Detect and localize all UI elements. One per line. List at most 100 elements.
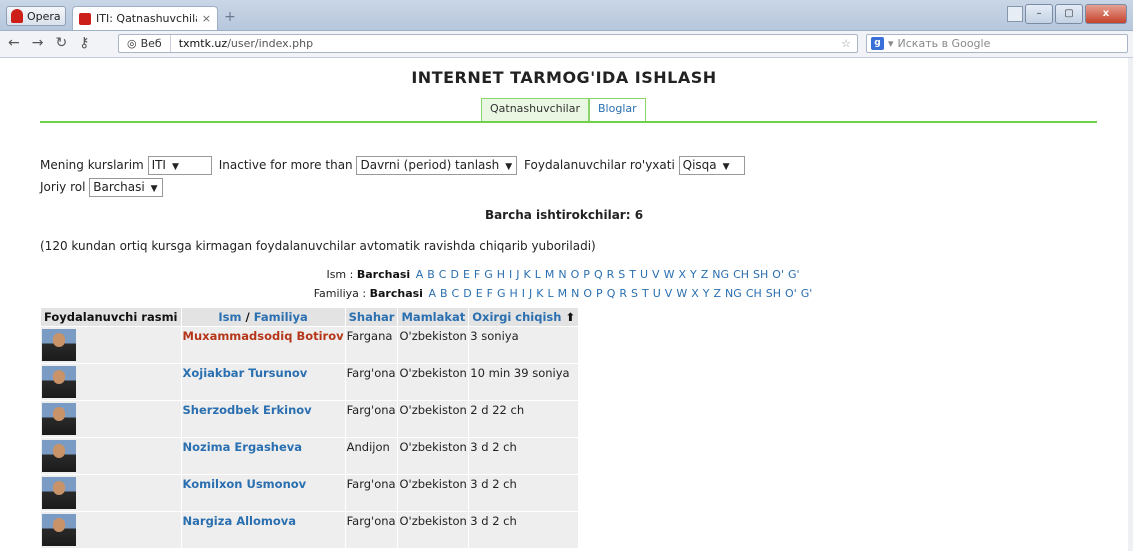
- letter-filter-link[interactable]: G': [801, 287, 813, 300]
- letter-filter-link[interactable]: G': [788, 268, 800, 281]
- col-city[interactable]: Shahar: [344, 307, 399, 327]
- letter-filter-link[interactable]: J: [516, 268, 519, 281]
- letter-filter-link[interactable]: P: [596, 287, 603, 300]
- page-scrollbar[interactable]: [1128, 58, 1133, 551]
- letter-filter-link[interactable]: Z: [714, 287, 722, 300]
- avatar[interactable]: [42, 440, 76, 472]
- browser-tab[interactable]: ITI: Qatnashuvchilar ×: [72, 6, 218, 30]
- letter-filter-link[interactable]: T: [629, 268, 636, 281]
- letter-filter-link[interactable]: L: [535, 268, 541, 281]
- letter-filter-link[interactable]: A: [428, 287, 436, 300]
- tab-close-icon[interactable]: ×: [202, 12, 211, 25]
- avatar[interactable]: [42, 366, 76, 398]
- letter-filter-link[interactable]: V: [665, 287, 673, 300]
- avatar[interactable]: [42, 329, 76, 361]
- letter-filter-link[interactable]: J: [529, 287, 532, 300]
- col-last-access[interactable]: Oxirgi chiqish ⬆: [468, 307, 580, 327]
- letter-filter-link[interactable]: B: [440, 287, 448, 300]
- maximize-button[interactable]: ▢: [1055, 4, 1083, 24]
- letter-filter-link[interactable]: O: [583, 287, 592, 300]
- key-icon[interactable]: ⚷: [79, 35, 89, 51]
- letter-filter-link[interactable]: K: [536, 287, 543, 300]
- letter-filter-link[interactable]: I: [522, 287, 525, 300]
- forward-icon[interactable]: →: [32, 35, 44, 51]
- letter-filter-link[interactable]: B: [427, 268, 435, 281]
- letter-filter-link[interactable]: X: [691, 287, 699, 300]
- letter-filter-link[interactable]: R: [619, 287, 627, 300]
- letter-filter-link[interactable]: Q: [607, 287, 616, 300]
- letter-filter-link[interactable]: SH: [766, 287, 781, 300]
- sort-first-name-link[interactable]: Ism: [218, 310, 241, 324]
- tab-participants[interactable]: Qatnashuvchilar: [481, 98, 590, 121]
- letter-filter-link[interactable]: G: [497, 287, 506, 300]
- minimize-button[interactable]: –: [1025, 4, 1053, 24]
- letter-filter-link[interactable]: A: [416, 268, 424, 281]
- address-bar[interactable]: ◎ Веб txmtk.uz/user/index.php ☆: [118, 34, 858, 53]
- col-country[interactable]: Mamlakat: [397, 307, 470, 327]
- letter-filter-link[interactable]: O': [772, 268, 784, 281]
- user-name-link[interactable]: Sherzodbek Erkinov: [183, 403, 312, 417]
- role-select[interactable]: Barchasi ▼: [89, 178, 163, 197]
- letter-filter-link[interactable]: NG: [725, 287, 742, 300]
- letter-filter-link[interactable]: Y: [690, 268, 697, 281]
- letter-filter-link[interactable]: G: [484, 268, 493, 281]
- user-name-link[interactable]: Nozima Ergasheva: [183, 440, 303, 454]
- search-box[interactable]: g ▾ Искать в Google: [866, 34, 1128, 53]
- letter-filter-link[interactable]: P: [583, 268, 590, 281]
- letter-filter-link[interactable]: N: [571, 287, 579, 300]
- letter-filter-link[interactable]: C: [439, 268, 447, 281]
- letter-filter-link[interactable]: S: [631, 287, 638, 300]
- letter-filter-link[interactable]: I: [509, 268, 512, 281]
- letter-filter-link[interactable]: N: [558, 268, 566, 281]
- letter-filter-link[interactable]: M: [545, 268, 555, 281]
- letter-filter-link[interactable]: W: [676, 287, 687, 300]
- letter-filter-link[interactable]: O: [571, 268, 580, 281]
- letter-filter-link[interactable]: Q: [594, 268, 603, 281]
- letter-filter-link[interactable]: H: [497, 268, 505, 281]
- letter-filter-link[interactable]: X: [678, 268, 686, 281]
- sort-last-name-link[interactable]: Familiya: [254, 310, 308, 324]
- avatar[interactable]: [42, 403, 76, 435]
- letter-filter-link[interactable]: Y: [703, 287, 710, 300]
- letter-filter-link[interactable]: CH: [746, 287, 762, 300]
- letter-filter-link[interactable]: L: [548, 287, 554, 300]
- letter-filter-link[interactable]: D: [450, 268, 458, 281]
- letter-filter-link[interactable]: W: [664, 268, 675, 281]
- new-tab-icon[interactable]: +: [222, 9, 238, 25]
- tab-blogs[interactable]: Bloglar: [589, 98, 646, 121]
- user-name-link[interactable]: Xojiakbar Tursunov: [183, 366, 308, 380]
- my-courses-select[interactable]: ITI ▼: [147, 156, 212, 175]
- letter-filter-link[interactable]: U: [653, 287, 661, 300]
- reload-icon[interactable]: ↻: [55, 35, 67, 51]
- inactive-select[interactable]: Davrni (period) tanlash ▼: [356, 156, 518, 175]
- letter-filter-link[interactable]: CH: [733, 268, 749, 281]
- tab-stack-icon[interactable]: [1007, 6, 1023, 22]
- user-name-link[interactable]: Nargiza Allomova: [183, 514, 297, 528]
- search-dropdown-icon[interactable]: ▾: [888, 37, 894, 50]
- bookmark-star-icon[interactable]: ☆: [841, 37, 851, 50]
- letter-filter-link[interactable]: C: [452, 287, 460, 300]
- avatar[interactable]: [42, 514, 76, 546]
- letter-filter-link[interactable]: E: [463, 268, 470, 281]
- letter-filter-link[interactable]: M: [558, 287, 568, 300]
- close-window-button[interactable]: x: [1085, 4, 1127, 24]
- letter-filter-link[interactable]: F: [474, 268, 480, 281]
- letter-filter-link[interactable]: F: [487, 287, 493, 300]
- letter-filter-link[interactable]: SH: [753, 268, 768, 281]
- user-name-link[interactable]: Muxammadsodiq Botirov: [183, 329, 344, 343]
- letter-filter-link[interactable]: V: [652, 268, 660, 281]
- letter-filter-link[interactable]: T: [642, 287, 649, 300]
- letter-filter-link[interactable]: Z: [701, 268, 709, 281]
- letter-filter-link[interactable]: K: [524, 268, 531, 281]
- avatar[interactable]: [42, 477, 76, 509]
- web-badge[interactable]: ◎ Веб: [119, 35, 171, 52]
- letter-filter-link[interactable]: O': [785, 287, 797, 300]
- letter-filter-link[interactable]: R: [607, 268, 615, 281]
- url-text[interactable]: txmtk.uz/user/index.php: [171, 37, 313, 50]
- list-type-select[interactable]: Qisqa ▼: [678, 156, 745, 175]
- letter-filter-link[interactable]: S: [618, 268, 625, 281]
- opera-menu-button[interactable]: Opera: [6, 6, 66, 26]
- letter-filter-link[interactable]: U: [640, 268, 648, 281]
- letter-filter-link[interactable]: D: [463, 287, 471, 300]
- back-icon[interactable]: ←: [8, 35, 20, 51]
